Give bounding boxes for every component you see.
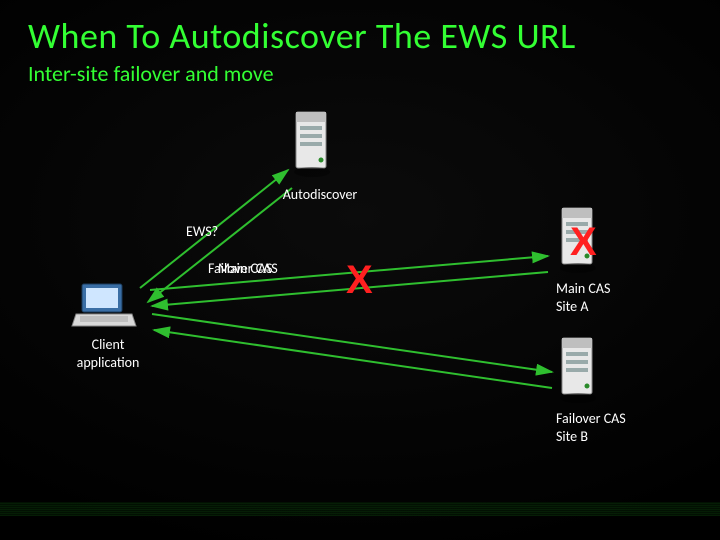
slide: When To Autodiscover The EWS URL Inter-s… [0, 0, 720, 540]
ews-question-label: EWS? [186, 223, 218, 241]
main-cas-label: Main CAS Site A [556, 280, 610, 315]
slide-subtitle: Inter-site failover and move [28, 60, 274, 87]
failover-cas-label: Failover CAS Site B [556, 410, 626, 445]
autodiscover-label: Autodiscover [270, 186, 370, 204]
slide-title: When To Autodiscover The EWS URL [28, 14, 576, 58]
client-label: Client application [70, 336, 146, 371]
footer-decoration [0, 502, 720, 516]
fail-marker-main-cas: X [570, 220, 597, 265]
failover-cas-icon [554, 336, 604, 413]
autodiscover-icon [288, 110, 338, 187]
fail-marker-center: X [346, 258, 373, 303]
main-cas-reply-label: Main CAS [218, 260, 272, 278]
client-icon [70, 280, 138, 337]
